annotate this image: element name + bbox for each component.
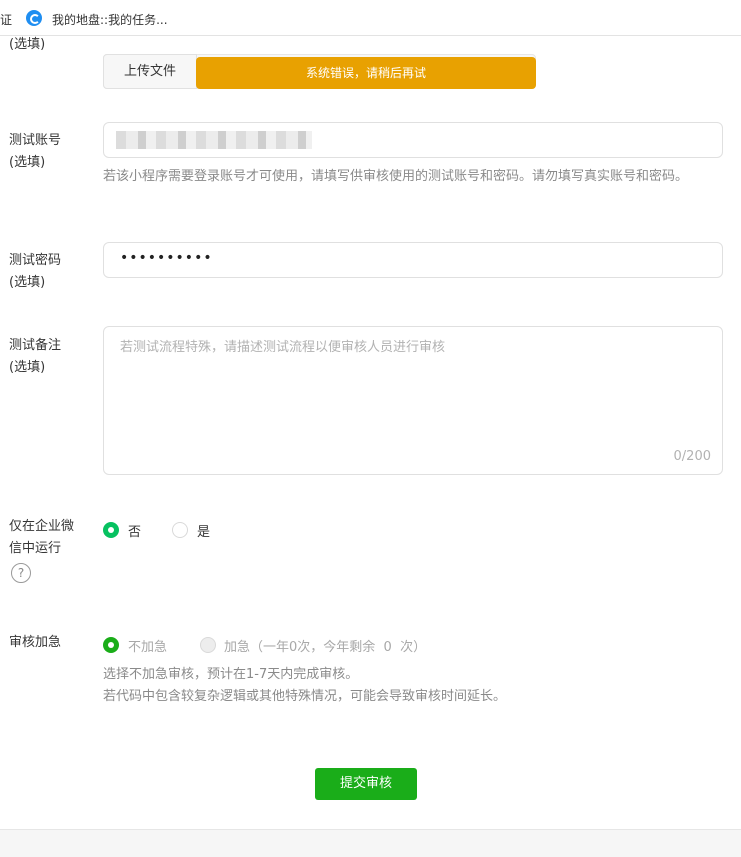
radio-wecom-yes[interactable] [172, 522, 188, 538]
radio-wecom-yes-label[interactable]: 是 [197, 521, 210, 540]
test-notes-label-text: 测试备注 [9, 338, 62, 353]
upload-label: (选填) [9, 34, 45, 56]
bookmark-item-tasks[interactable]: 我的地盘::我的任务... [52, 11, 168, 28]
test-notes-label: 测试备注 (选填) [9, 335, 61, 379]
test-notes-label-suffix: (选填) [9, 360, 46, 375]
test-notes-placeholder: 若测试流程特殊，请描述测试流程以便审核人员进行审核 [120, 340, 446, 355]
test-password-label-text: 测试密码 [9, 253, 62, 268]
upload-file-button[interactable]: 上传文件 [103, 54, 197, 89]
test-account-hint: 若该小程序需要登录账号才可使用，请填写供审核使用的测试账号和密码。请勿填写真实账… [103, 169, 689, 184]
radio-expedite[interactable] [200, 637, 216, 653]
upload-error-banner: 系统错误，请稍后再试 [196, 57, 536, 89]
globe-icon[interactable] [26, 10, 42, 26]
expedite-hint-2: 若代码中包含较复杂逻辑或其他特殊情况，可能会导致审核时间延长。 [103, 689, 507, 704]
test-account-label-text: 测试账号 [9, 133, 62, 148]
char-counter: 0/200 [673, 449, 711, 464]
radio-no-expedite[interactable] [103, 637, 119, 653]
expedite-hint-1: 选择不加急审核，预计在1-7天内完成审核。 [103, 667, 359, 682]
test-password-label: 测试密码 (选填) [9, 250, 61, 294]
test-account-input[interactable] [103, 122, 723, 158]
test-password-label-suffix: (选填) [9, 275, 46, 290]
expedite-label: 审核加急 [9, 635, 62, 650]
footer-bar [0, 829, 741, 857]
bookmark-item-verify[interactable]: 证 [0, 11, 12, 28]
test-notes-textarea[interactable]: 若测试流程特殊，请描述测试流程以便审核人员进行审核 0/200 [103, 326, 723, 475]
radio-wecom-no-label[interactable]: 否 [128, 521, 141, 540]
help-icon[interactable]: ? [11, 563, 31, 583]
test-password-input[interactable]: •••••••••• [103, 242, 723, 278]
wecom-only-label: 仅在企业微信中运行 [9, 519, 75, 556]
radio-expedite-label[interactable]: 加急（一年0次，今年剩余 0 次） [224, 636, 426, 655]
submit-review-button[interactable]: 提交审核 [315, 768, 417, 800]
password-value: •••••••••• [120, 250, 213, 266]
bookmark-bar: 证 我的地盘::我的任务... [0, 0, 741, 36]
radio-wecom-no[interactable] [103, 522, 119, 538]
test-account-label-suffix: (选填) [9, 155, 46, 170]
redacted-account-value [116, 131, 312, 149]
test-account-label: 测试账号 (选填) [9, 130, 61, 174]
upload-label-suffix: (选填) [9, 37, 46, 52]
radio-no-expedite-label[interactable]: 不加急 [128, 636, 167, 655]
